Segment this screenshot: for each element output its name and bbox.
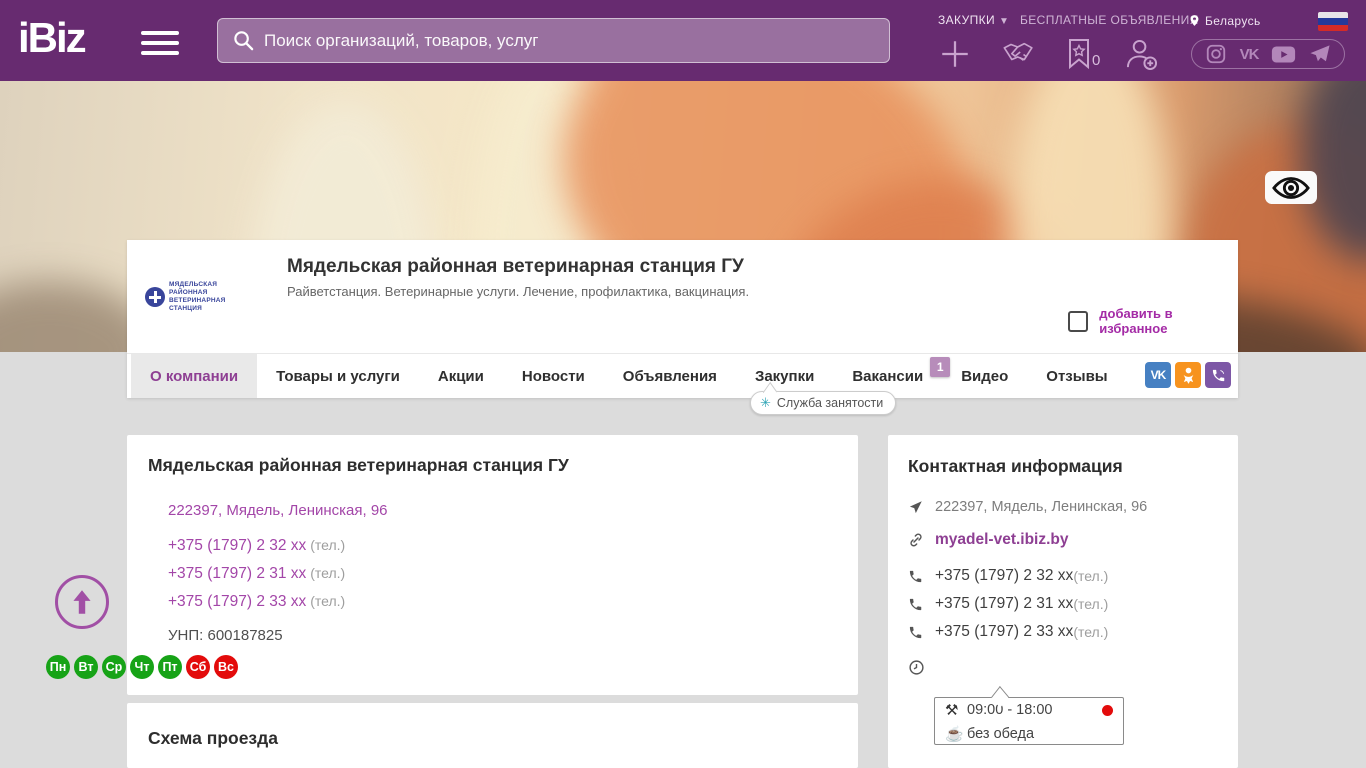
day-badge[interactable]: Пн (46, 655, 70, 679)
contact-website[interactable]: myadel-vet.ibiz.by (908, 531, 1069, 549)
arrow-up-icon (73, 590, 91, 614)
phone-link[interactable]: +375 (1797) 2 31 хх (тел.) (168, 565, 345, 583)
phone-link[interactable]: +375 (1797) 2 33 хх (тел.) (168, 593, 345, 611)
navigation-arrow-icon (908, 500, 925, 515)
tab-about[interactable]: О компании (131, 354, 258, 398)
handshake-icon (1003, 42, 1033, 61)
work-hours: 09:00 - 18:00 (967, 702, 1053, 718)
tab-reviews[interactable]: Отзывы (1027, 354, 1126, 398)
page: iBiz ЗАКУПКИ▼ БЕСПЛАТНЫЕ ОБЪЯВЛЕНИЯ Бела… (0, 0, 1366, 768)
hamburger-menu-icon[interactable] (141, 31, 179, 55)
map-card: Схема проезда (127, 703, 858, 768)
schedule-tooltip: ⚒ 09:00 - 18:00 ☕ без обеда (934, 697, 1124, 745)
tab-video[interactable]: Видео (942, 354, 1027, 398)
day-badge[interactable]: Чт (130, 655, 154, 679)
about-address-link[interactable]: 222397, Мядель, Ленинская, 96 (168, 502, 388, 519)
ibiz-logo[interactable]: iBiz (18, 14, 87, 62)
link-icon (908, 532, 925, 548)
login-button[interactable] (1124, 38, 1159, 71)
map-title: Схема проезда (148, 728, 278, 748)
favorite-label: добавить в избранное (1099, 306, 1173, 336)
contact-phone[interactable]: +375 (1797) 2 31 хх (тел.) (908, 595, 1108, 613)
work-tools-icon: ⚒ (945, 702, 959, 719)
contact-phone[interactable]: +375 (1797) 2 33 хх (тел.) (908, 623, 1108, 641)
eye-icon (1272, 176, 1310, 199)
lunch-label: без обеда (967, 726, 1035, 742)
ok-share-icon[interactable] (1175, 362, 1201, 388)
header-social-links: VK (1191, 39, 1345, 69)
lunch-cup-icon: ☕ (945, 726, 964, 743)
vet-cross-icon (145, 287, 165, 307)
flag-ru-icon[interactable] (1318, 12, 1348, 31)
phone-icon (908, 625, 925, 640)
nav-zakupki[interactable]: ЗАКУПКИ ▼ (938, 13, 1009, 27)
vacancy-tooltip: ✳ Служба занятости (750, 391, 897, 415)
company-description: Райветстанция. Ветеринарные услуги. Лече… (287, 284, 750, 299)
search-input[interactable] (264, 30, 889, 51)
company-logo: МЯДЕЛЬСКАЯ РАЙОННАЯ ВЕТЕРИНАРНАЯ СТАНЦИЯ (145, 253, 251, 341)
add-to-favorites[interactable]: добавить в избранное (1068, 306, 1238, 336)
contact-address: 222397, Мядель, Ленинская, 96 (908, 499, 1147, 515)
company-card: МЯДЕЛЬСКАЯ РАЙОННАЯ ВЕТЕРИНАРНАЯ СТАНЦИЯ … (127, 240, 1238, 398)
search-icon (234, 31, 254, 51)
company-social-links: VK (1143, 362, 1231, 388)
company-tabs: О компании Товары и услуги Акции Новости… (127, 353, 1238, 398)
vk-share-icon[interactable]: VK (1145, 362, 1171, 388)
tab-promos[interactable]: Акции (419, 354, 503, 398)
tab-products[interactable]: Товары и услуги (257, 354, 419, 398)
viber-share-icon[interactable] (1205, 362, 1231, 388)
location-pin-icon (1190, 15, 1199, 26)
day-badge[interactable]: Пт (158, 655, 182, 679)
instagram-icon[interactable] (1205, 43, 1227, 65)
tab-ads[interactable]: Объявления (604, 354, 736, 398)
phone-link[interactable]: +375 (1797) 2 32 хх (тел.) (168, 537, 345, 555)
partners-button[interactable] (1001, 41, 1041, 68)
company-unp: УНП: 600187825 (168, 627, 283, 644)
employment-service-icon: ✳ (760, 395, 771, 410)
header: iBiz ЗАКУПКИ▼ БЕСПЛАТНЫЕ ОБЪЯВЛЕНИЯ Бела… (0, 0, 1366, 81)
bookmark-icon (1069, 39, 1089, 69)
status-dot (1102, 704, 1113, 716)
search-bar (217, 18, 890, 63)
contact-title: Контактная информация (908, 456, 1123, 476)
day-badge[interactable]: Вт (74, 655, 98, 679)
bookmarks-button[interactable] (1067, 38, 1091, 69)
company-name: Мядельская районная ветеринарная станция… (287, 256, 744, 277)
add-user-icon (1126, 39, 1158, 71)
plus-icon (942, 41, 968, 67)
accessibility-eye-button[interactable] (1265, 171, 1317, 204)
vk-icon[interactable]: VK (1240, 46, 1260, 63)
tab-news[interactable]: Новости (503, 354, 604, 398)
clock-icon (908, 659, 925, 681)
chevron-down-icon: ▼ (999, 16, 1010, 27)
day-badge[interactable]: Вс (214, 655, 238, 679)
bookmarks-count: 0 (1092, 52, 1101, 69)
favorite-checkbox[interactable] (1068, 310, 1089, 332)
nav-country[interactable]: Беларусь (1188, 13, 1261, 28)
about-title: Мядельская районная ветеринарная станция… (148, 455, 569, 475)
day-badge[interactable]: Ср (102, 655, 126, 679)
contact-phone[interactable]: +375 (1797) 2 32 хх (тел.) (908, 567, 1108, 585)
youtube-icon[interactable] (1271, 45, 1296, 64)
day-badge[interactable]: Сб (186, 655, 210, 679)
nav-free-ads[interactable]: БЕСПЛАТНЫЕ ОБЪЯВЛЕНИЯ (1020, 13, 1199, 27)
scroll-to-top-button[interactable] (55, 575, 109, 629)
telegram-icon[interactable] (1309, 44, 1331, 64)
add-company-button[interactable] (938, 37, 972, 71)
phone-icon (908, 569, 925, 584)
phone-icon (908, 597, 925, 612)
working-days: Пн Вт Ср Чт Пт Сб Вс (46, 655, 238, 679)
